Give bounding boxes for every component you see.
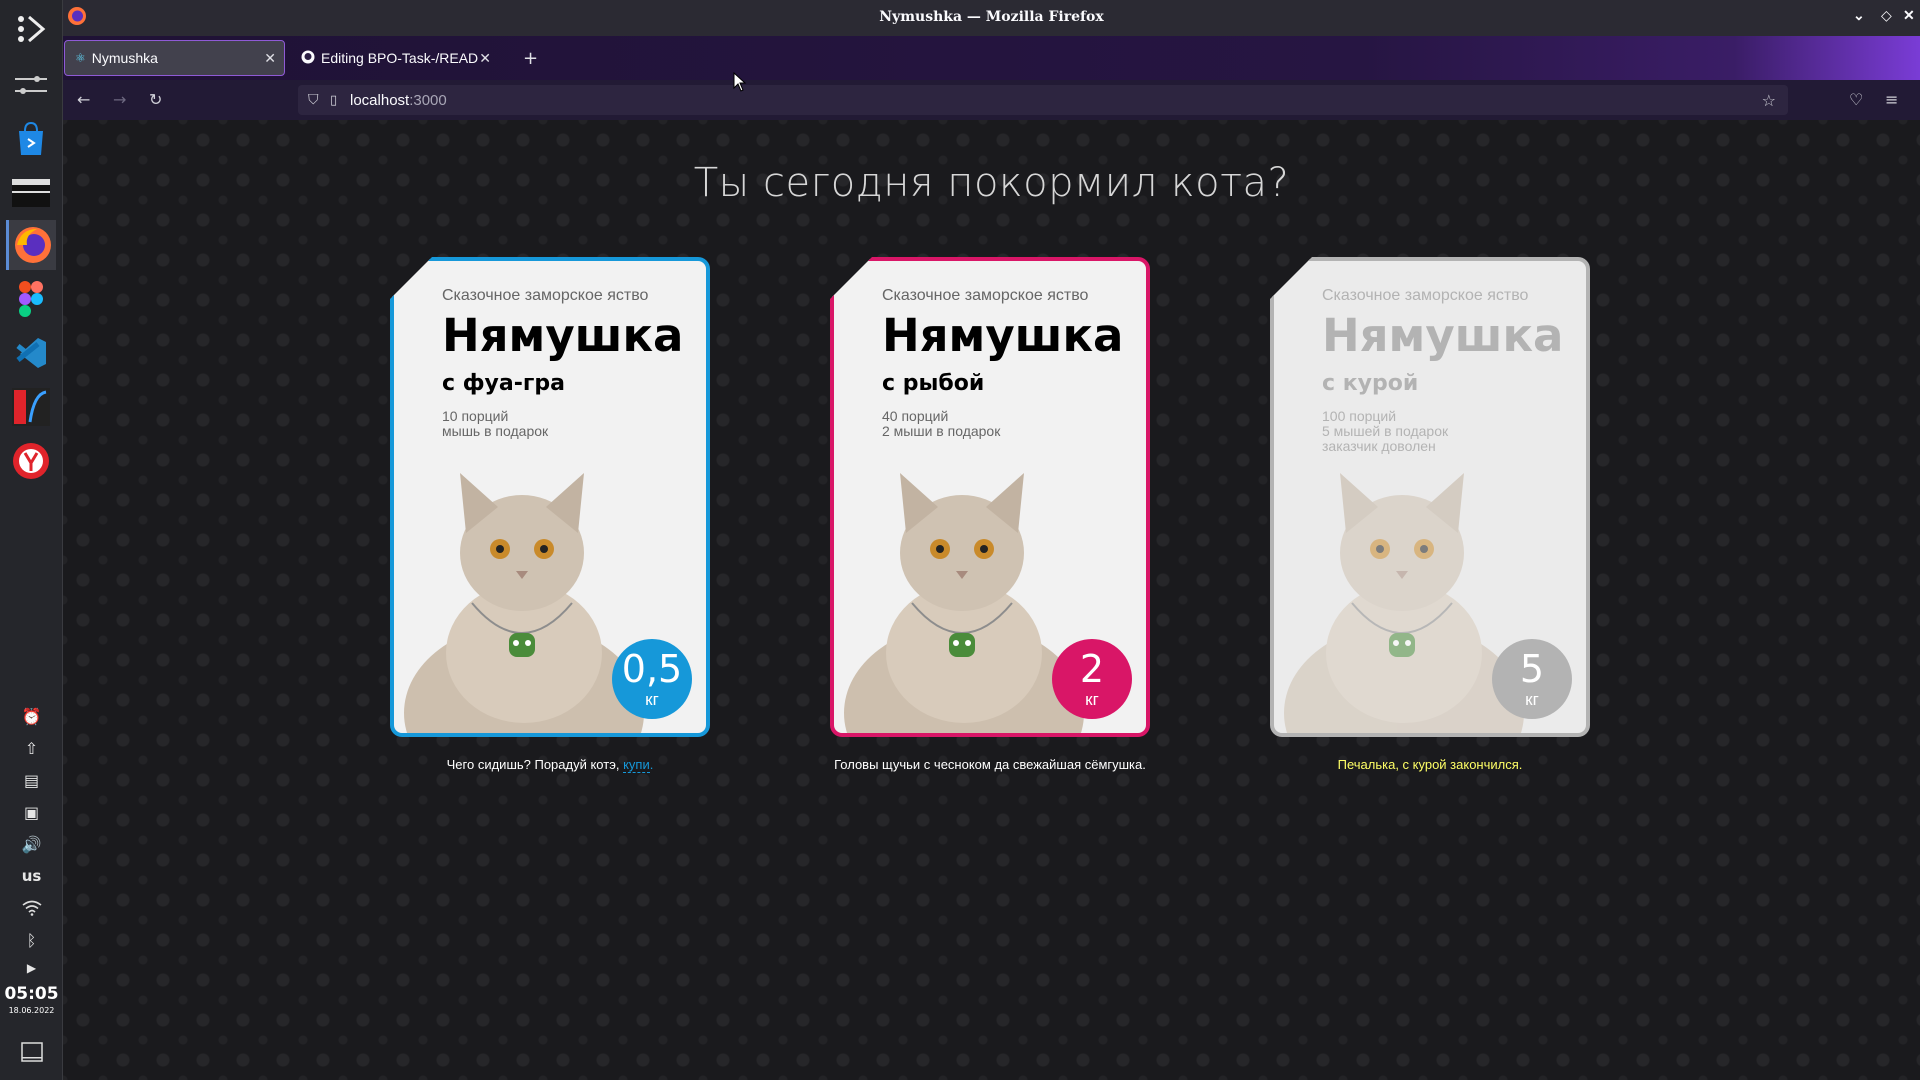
url-bar[interactable]: ⛉ ▯ localhost:3000 ☆ — [298, 85, 1788, 115]
editor-icon[interactable] — [6, 382, 56, 432]
clock[interactable]: 05:05 18.06.2022 — [0, 984, 63, 1015]
weight-unit: кг — [1525, 690, 1539, 709]
page-content: Ты сегодня покормил кота? Сказочное замо… — [63, 120, 1920, 1080]
updates-icon[interactable]: ⇧ — [0, 734, 63, 762]
firefox-icon[interactable] — [6, 220, 56, 270]
tab-nymushka[interactable]: ⚛ Nymushka ✕ — [64, 40, 285, 76]
app-launcher-icon[interactable] — [6, 4, 56, 54]
weight-badge: 0,5 кг — [612, 639, 692, 719]
react-favicon-icon: ⚛ — [75, 51, 86, 65]
card-gift: мышь в подарок — [442, 423, 549, 439]
card-gift: 5 мышей в подарок — [1322, 423, 1449, 439]
card-details: 10 порций мышь в подарок — [442, 409, 548, 439]
system-dock: ⏰ ⇧ ▤ ▣ 🔊 us ᛒ ▶ 05:05 18.06.2022 — [0, 0, 63, 1080]
buy-link[interactable]: купи — [623, 757, 650, 773]
window-titlebar: Nymushka — Mozilla Firefox ⌄ ◇ ✕ — [63, 0, 1920, 36]
card-details: 100 порций 5 мышей в подарок заказчик до… — [1322, 409, 1448, 454]
vscode-icon[interactable] — [6, 328, 56, 378]
product-card-wrapper: Сказочное заморское яство Нямушка с рыбо… — [830, 257, 1150, 772]
bluetooth-icon[interactable]: ᛒ — [0, 926, 63, 954]
product-card-wrapper: Сказочное заморское яство Нямушка с куро… — [1270, 257, 1590, 772]
card-caption: Чего сидишь? Порадуй котэ, купи. — [390, 757, 710, 773]
forward-icon[interactable]: → — [113, 90, 126, 109]
wifi-icon[interactable] — [0, 894, 63, 922]
card-note: заказчик доволен — [1322, 438, 1436, 454]
product-card-chicken: Сказочное заморское яство Нямушка с куро… — [1270, 257, 1590, 737]
github-favicon-icon — [301, 50, 315, 67]
weight-value: 0,5 — [621, 647, 683, 691]
close-window-icon[interactable]: ✕ — [1903, 8, 1915, 24]
tray-expand-icon[interactable]: ▶ — [0, 954, 63, 982]
card-portions: 40 порций — [882, 408, 949, 424]
page-headline: Ты сегодня покормил кота? — [693, 160, 1290, 206]
navigation-bar: ← → ↻ ⛉ ▯ localhost:3000 ☆ ♡ ≡ — [63, 80, 1920, 120]
close-tab-icon[interactable]: ✕ — [264, 50, 276, 67]
weight-badge: 5 кг — [1492, 639, 1572, 719]
bookmark-star-icon[interactable]: ☆ — [1762, 91, 1776, 110]
product-card-foie-gras[interactable]: Сказочное заморское яство Нямушка с фуа-… — [390, 257, 710, 737]
card-caption-sold-out: Печалька, с курой закончился. — [1337, 757, 1523, 772]
keyboard-layout[interactable]: us — [0, 862, 63, 890]
mouse-cursor-icon — [733, 72, 747, 92]
figma-icon[interactable] — [6, 274, 56, 324]
card-tagline: Сказочное заморское яство — [1322, 287, 1529, 304]
card-gift: 2 мыши в подарок — [882, 423, 1001, 439]
card-brand: Нямушка — [882, 309, 1124, 362]
tab-bar: ⚛ Nymushka ✕ Editing BPO-Task-/READ ✕ + — [63, 36, 1920, 80]
yandex-browser-icon[interactable] — [6, 436, 56, 486]
weight-unit: кг — [1085, 690, 1099, 709]
clipboard-icon[interactable]: ▤ — [0, 766, 63, 794]
show-desktop-icon[interactable] — [0, 1038, 63, 1066]
card-flavor: с курой — [1322, 371, 1419, 396]
weight-value: 5 — [1519, 647, 1545, 691]
card-portions: 10 порций — [442, 408, 509, 424]
caption-end: . — [649, 757, 654, 772]
clock-time: 05:05 — [4, 984, 59, 1004]
card-tagline: Сказочное заморское яство — [442, 287, 649, 304]
maximize-icon[interactable]: ◇ — [1881, 8, 1892, 24]
new-tab-button[interactable]: + — [523, 48, 538, 69]
card-caption: Головы щучьи с чесноком да свежайшая сём… — [834, 757, 1146, 772]
weight-badge: 2 кг — [1052, 639, 1132, 719]
notifications-icon[interactable]: ⏰ — [0, 702, 63, 730]
tab-label: Nymushka — [91, 50, 158, 66]
card-flavor: с рыбой — [882, 371, 985, 396]
product-card-fish[interactable]: Сказочное заморское яство Нямушка с рыбо… — [830, 257, 1150, 737]
settings-icon[interactable] — [6, 60, 56, 110]
card-tagline: Сказочное заморское яство — [882, 287, 1089, 304]
tab-label: Editing BPO-Task-/READ — [321, 50, 479, 66]
tab-github-editing[interactable]: Editing BPO-Task-/READ ✕ — [291, 40, 499, 76]
pocket-icon[interactable]: ♡ — [1849, 90, 1863, 109]
card-details: 40 порций 2 мыши в подарок — [882, 409, 1000, 439]
menu-icon[interactable]: ≡ — [1885, 90, 1898, 109]
store-icon[interactable] — [6, 114, 56, 164]
product-card-wrapper: Сказочное заморское яство Нямушка с фуа-… — [390, 257, 710, 773]
clock-date: 18.06.2022 — [8, 1006, 55, 1015]
minimize-icon[interactable]: ⌄ — [1853, 8, 1865, 24]
caption-text: Чего сидишь? Порадуй котэ, — [446, 757, 624, 772]
volume-icon[interactable]: 🔊 — [0, 830, 63, 858]
url-text[interactable]: localhost:3000 — [350, 92, 447, 109]
url-port: :3000 — [409, 91, 447, 109]
window-title: Nymushka — Mozilla Firefox — [879, 9, 1104, 25]
screenshot-icon[interactable]: ▣ — [0, 798, 63, 826]
back-icon[interactable]: ← — [77, 90, 90, 109]
close-tab-icon[interactable]: ✕ — [479, 50, 491, 67]
weight-value: 2 — [1079, 647, 1105, 691]
weight-unit: кг — [645, 690, 659, 709]
terminal-icon[interactable] — [6, 168, 56, 218]
card-brand: Нямушка — [442, 309, 684, 362]
reload-icon[interactable]: ↻ — [149, 90, 162, 109]
card-flavor: с фуа-гра — [442, 371, 565, 396]
shield-icon[interactable]: ⛉ — [308, 92, 319, 108]
card-portions: 100 порций — [1322, 408, 1397, 424]
card-brand: Нямушка — [1322, 309, 1564, 362]
page-info-icon[interactable]: ▯ — [330, 93, 337, 108]
url-host: localhost — [350, 91, 410, 109]
